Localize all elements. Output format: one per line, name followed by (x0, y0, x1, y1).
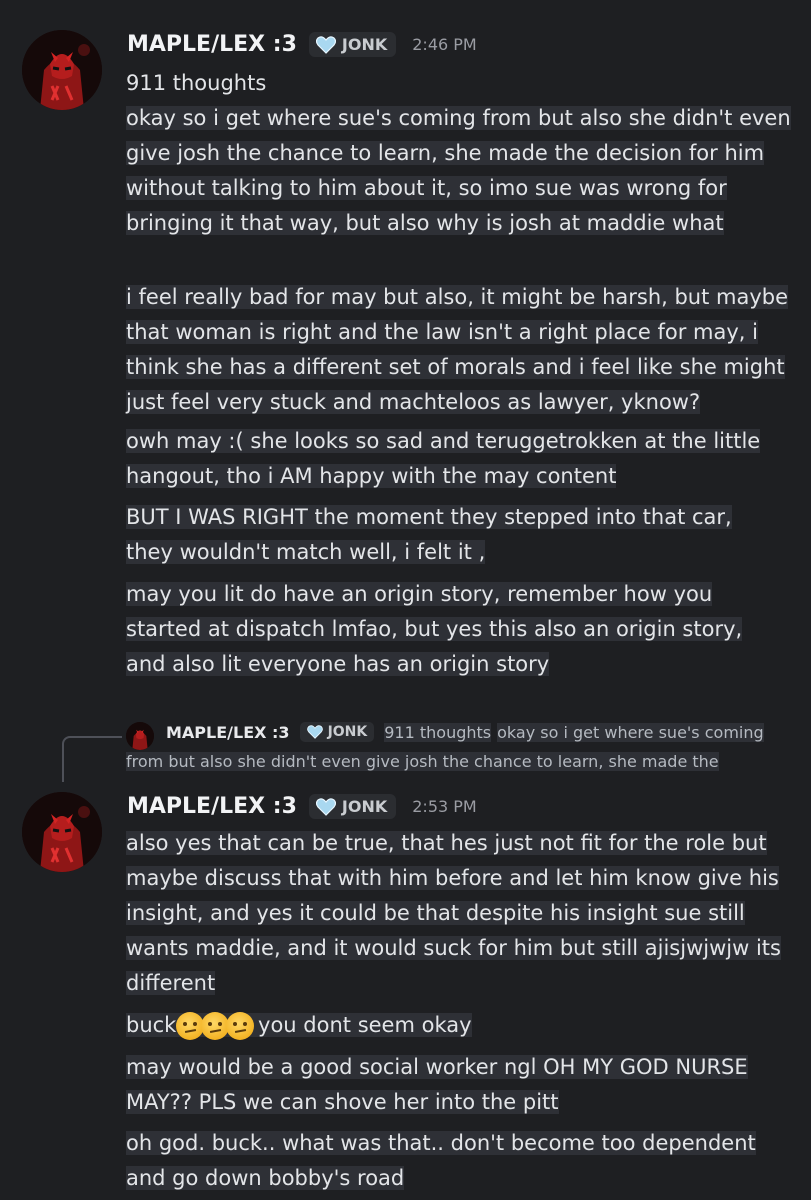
server-tag[interactable]: JONK (308, 32, 397, 57)
face-with-raised-eyebrow-emoji (201, 1012, 230, 1040)
message-line: started at dispatch lmfao, but yes this … (126, 617, 743, 641)
message-line: BUT I WAS RIGHT the moment they stepped … (126, 505, 732, 529)
message-line: that woman is right and the law isn't a … (126, 320, 758, 344)
message-line: give josh the chance to learn, she made … (126, 141, 765, 165)
face-with-raised-eyebrow-emoji (176, 1012, 205, 1040)
message-line: different (126, 971, 216, 995)
timestamp[interactable]: 2:53 PM (412, 797, 476, 816)
reply-server-tag: JONK (299, 722, 375, 742)
reply-tag-label: JONK (327, 724, 368, 740)
message-line: may would be a good social worker ngl OH… (126, 1055, 748, 1079)
message-line: insight, and yes it could be that despit… (126, 901, 745, 925)
reply-username[interactable]: MAPLE/LEX :3 (166, 723, 290, 742)
reply-connector (62, 736, 122, 782)
message-line: also yes that can be true, that hes just… (126, 831, 767, 855)
message-header: MAPLE/LEX :3 JONK 2:46 PM (127, 32, 477, 57)
message-line: think she has a different set of morals … (126, 355, 785, 379)
message-line: and go down bobby's road (126, 1166, 405, 1190)
message-line: wants maddie, and it would suck for him … (126, 936, 781, 960)
message-line: just feel very stuck and machteloos as l… (126, 390, 701, 414)
message-line: maybe discuss that with him before and l… (126, 866, 779, 890)
daredevil-avatar-icon (22, 30, 102, 110)
heart-icon (306, 725, 323, 739)
message-line: without talking to him about it, so imo … (126, 176, 727, 200)
daredevil-avatar-icon (22, 792, 102, 872)
server-tag-label: JONK (341, 35, 388, 54)
message-line: i feel really bad for may but also, it m… (126, 285, 789, 309)
username[interactable]: MAPLE/LEX :3 (127, 32, 297, 57)
username[interactable]: MAPLE/LEX :3 (127, 794, 297, 819)
timestamp[interactable]: 2:46 PM (412, 35, 476, 54)
message-line: okay so i get where sue's coming from bu… (126, 106, 791, 130)
message-line: hangout, tho i AM happy with the may con… (126, 464, 617, 488)
reply-text: okay so i get where sue's coming (497, 722, 764, 742)
message-line: buck you dont seem okay (126, 1008, 472, 1043)
avatar[interactable] (22, 792, 102, 872)
reply-text-continued: from but also she didn't even give josh … (126, 752, 719, 771)
daredevil-avatar-icon (126, 722, 154, 750)
reply-avatar[interactable] (126, 722, 154, 750)
avatar[interactable] (22, 30, 102, 110)
message-line: MAY?? PLS we can shove her into the pitt (126, 1090, 559, 1114)
reply-title: 911 thoughts (384, 722, 492, 742)
message-line: oh god. buck.. what was that.. don't bec… (126, 1131, 756, 1155)
server-tag-label: JONK (341, 797, 388, 816)
message-line: may you lit do have an origin story, rem… (126, 582, 713, 606)
heart-icon (315, 797, 336, 816)
reply-preview[interactable]: MAPLE/LEX :3 JONK 911 thoughts okay so i… (166, 722, 764, 742)
message-line: they wouldn't match well, i felt it , (126, 540, 486, 564)
message-line: bringing it that way, but also why is jo… (126, 211, 724, 235)
message-line: owh may :( she looks so sad and terugget… (126, 429, 761, 453)
message-line: and also lit everyone has an origin stor… (126, 652, 550, 676)
message-title: 911 thoughts (126, 71, 267, 95)
heart-icon (315, 35, 336, 54)
server-tag[interactable]: JONK (308, 794, 397, 819)
message-header: MAPLE/LEX :3 JONK 2:53 PM (127, 794, 477, 819)
